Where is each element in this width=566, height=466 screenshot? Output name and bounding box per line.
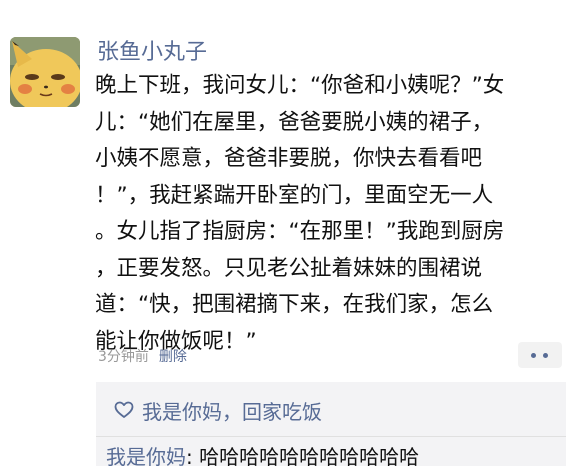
more-dots-icon — [543, 353, 548, 358]
post-text-line: 小姨不愿意，爸爸非要脱，你快去看看吧 — [95, 146, 483, 171]
post-username[interactable]: 张鱼小丸子 — [97, 38, 207, 68]
post-text-line: ，正要发怒。只见老公扯着妹妹的围裙说 — [95, 255, 483, 281]
comment-author[interactable]: 我是你妈 — [106, 445, 186, 466]
heart-outline-icon — [114, 401, 134, 418]
post-text-line: 道：“快，把围裙摘下来，在我们家，怎么 — [95, 292, 494, 317]
delete-button[interactable]: 删除 — [159, 349, 187, 365]
divider — [96, 436, 566, 437]
post-timestamp: 3分钟前 — [98, 349, 149, 365]
comment-item[interactable]: 我是你妈: 哈哈哈哈哈哈哈哈哈哈哈 — [106, 442, 419, 466]
post-text: 晚上下班，我问女儿：“你爸和小姨呢？”女 儿：“她们在屋里，爸爸要脱小姨的裙子，… — [95, 68, 545, 360]
pikachu-avatar-image — [10, 37, 80, 107]
avatar[interactable] — [10, 37, 80, 107]
more-options-button[interactable] — [518, 342, 562, 368]
comment-area: 我是你妈，回家吃饭 我是你妈: 哈哈哈哈哈哈哈哈哈哈哈 — [96, 382, 566, 466]
post-text-line: 儿：“她们在屋里，爸爸要脱小姨的裙子， — [95, 109, 494, 135]
post-text-line: 晚上下班，我问女儿：“你爸和小姨呢？”女 — [95, 73, 505, 98]
comment-separator: : — [186, 445, 200, 466]
comment-text: 哈哈哈哈哈哈哈哈哈哈哈 — [199, 445, 420, 466]
post-text-line: 。女儿指了指厨房：“在那里！”我跑到厨房 — [95, 219, 505, 244]
likes-row: 我是你妈，回家吃饭 — [114, 396, 322, 424]
like-names[interactable]: 我是你妈，回家吃饭 — [142, 396, 322, 425]
post-meta: 3分钟前 删除 — [98, 346, 187, 368]
post-text-line: ！”，我赶紧踹开卧室的门，里面空无一人 — [95, 182, 494, 208]
more-dots-icon — [531, 353, 536, 358]
